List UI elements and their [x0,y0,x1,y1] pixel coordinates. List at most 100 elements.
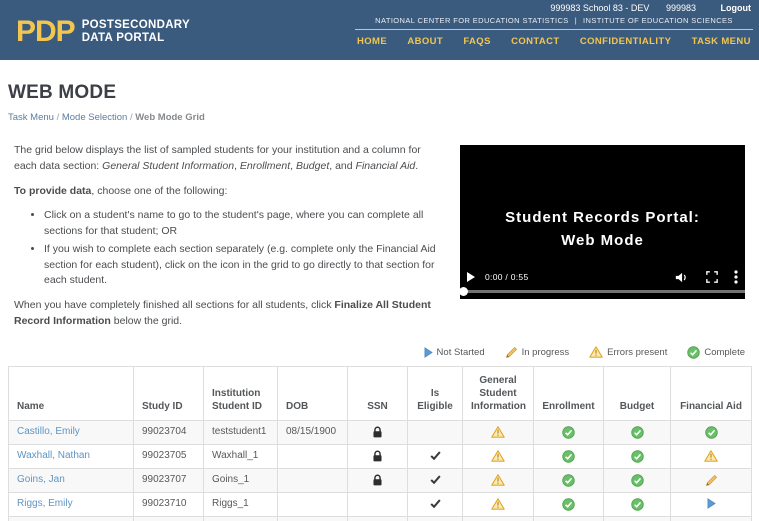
name-cell: Castillo, Emily [8,419,134,445]
column-header-name: Name [8,365,134,421]
video-progress-bar[interactable] [459,287,745,296]
warning-icon[interactable] [491,474,505,486]
study-id-cell: 99023710 [133,491,204,518]
breadcrumb-separator: / [53,112,62,123]
breadcrumb-web-mode-grid: Web Mode Grid [135,112,205,123]
institution-student-id-cell: Goins_1 [203,467,278,493]
table-row: Waxhall, Nathan 99023705 Waxhall_1 [8,443,752,469]
financial-aid-cell [670,491,752,518]
enrollment-cell [533,467,604,493]
volume-icon[interactable] [675,271,690,284]
nav-home[interactable]: HOME [357,36,387,47]
complete-icon[interactable] [562,449,575,463]
breadcrumb: Task Menu / Mode Selection / Web Mode Gr… [8,112,759,123]
study-id-cell: 99023707 [133,467,204,493]
intro-bullet-list: Click on a student's name to go to the s… [14,208,446,289]
column-header-enrollment: Enrollment [533,365,604,421]
table-row: Riggs, Emily 99023710 Riggs_1 [8,491,752,518]
not-started-icon[interactable] [707,498,716,510]
student-grid: Name Study ID Institution Student ID DOB SSN… [8,365,752,521]
ssn-cell [347,419,408,445]
general-student-information-cell [462,443,534,469]
main-content: WEB MODE Task Menu / Mode Selection / We… [0,82,759,521]
fullscreen-icon[interactable] [706,271,718,283]
ssn-cell [347,443,408,469]
enrollment-cell [533,491,604,518]
column-header-is-eligible: Is Eligible [407,365,463,421]
financial-aid-cell [670,516,752,521]
table-row: Goins, Jan 99023707 Goins_1 [8,467,752,493]
general-student-information-cell [462,419,534,445]
brand-logo[interactable]: PDP POSTSECONDARY DATA PORTAL [16,17,190,47]
student-name-link[interactable]: Waxhall, Nathan [17,450,90,461]
nav-about[interactable]: ABOUT [407,36,443,47]
nav-confidentiality[interactable]: CONFIDENTIALITY [580,36,672,47]
header-right: NATIONAL CENTER FOR EDUCATION STATISTICS… [355,16,753,47]
nav-contact[interactable]: CONTACT [511,36,560,47]
breadcrumb-task-menu[interactable]: Task Menu [8,112,54,123]
site-header: 999983 School 83 - DEV 999983 Logout PDP… [0,0,759,60]
nav-task-menu[interactable]: TASK MENU [692,36,751,47]
column-header-institution-student-id: Institution Student ID [203,365,278,421]
enrollment-cell [533,419,604,445]
name-cell: Goins, Jan [8,467,134,493]
budget-cell [603,467,671,493]
overflow-menu-icon[interactable] [734,270,738,284]
column-header-study-id: Study ID [133,365,204,421]
complete-icon[interactable] [704,425,718,439]
complete-icon[interactable] [630,449,644,463]
intro-text: The grid below displays the list of samp… [0,137,456,339]
legend-label: In progress [521,346,570,358]
intro-bullet-2: If you wish to complete each section sep… [44,242,446,289]
institution-student-id-cell: Goins_1 [203,516,278,521]
complete-icon[interactable] [630,425,644,439]
complete-icon[interactable] [630,498,644,511]
column-header-ssn: SSN [347,365,408,421]
complete-icon[interactable] [562,474,575,487]
is-eligible-cell [407,443,463,469]
agency-nces: NATIONAL CENTER FOR EDUCATION STATISTICS [375,16,569,25]
brand-line2: DATA PORTAL [81,32,165,44]
content-row: The grid below displays the list of samp… [0,137,759,339]
general-student-information-cell [462,491,534,518]
ssn-cell [347,491,408,518]
video-progress-knob[interactable] [459,287,468,296]
legend-item-complete: Complete [687,345,745,359]
warning-icon[interactable] [704,450,718,462]
warning-icon[interactable] [491,450,505,462]
student-name-link[interactable]: Riggs, Emily [17,498,73,509]
nav-faqs[interactable]: FAQS [463,36,490,47]
column-header-financial-aid: Financial Aid [670,365,752,421]
main-nav: HOME ABOUT FAQS CONTACT CONFIDENTIALITY TASK … [355,36,753,47]
in-progress-icon [505,346,518,359]
complete-icon [687,345,701,359]
in-progress-icon[interactable] [705,474,718,487]
general-student-information-cell [462,467,534,493]
video-player[interactable]: Student Records Portal: Web Mode 0:00 / … [459,145,745,299]
enrollment-cell [533,516,604,521]
check-icon [429,499,441,509]
pdp-logo: PDP [16,15,76,48]
warning-icon[interactable] [491,498,505,510]
student-name-link[interactable]: Goins, Jan [17,474,65,485]
brand-line1: POSTSECONDARY [81,18,190,31]
dob-cell [277,516,348,521]
complete-icon[interactable] [562,498,575,511]
general-student-information-cell [462,516,534,521]
agency-line: NATIONAL CENTER FOR EDUCATION STATISTICS… [355,16,753,30]
complete-icon[interactable] [630,474,644,487]
ssn-cell [347,467,408,493]
legend-label: Not Started [436,346,485,358]
study-id-cell: 99023714 [133,516,204,521]
table-row: Castillo, Emily 99023704 teststudent1 08/15… [8,419,752,445]
agency-ies: INSTITUTE OF EDUCATION SCIENCES [583,16,733,25]
logout-button[interactable]: Logout [721,3,752,13]
grid-header-row: Name Study ID Institution Student ID DOB SSN… [8,365,752,421]
breadcrumb-mode-selection[interactable]: Mode Selection [62,112,127,123]
complete-icon[interactable] [562,425,575,439]
student-name-link[interactable]: Castillo, Emily [17,426,80,437]
topbar: 999983 School 83 - DEV 999983 Logout [550,3,751,13]
study-id-cell: 99023704 [133,419,204,445]
warning-icon[interactable] [491,426,505,438]
play-icon[interactable] [467,272,475,282]
